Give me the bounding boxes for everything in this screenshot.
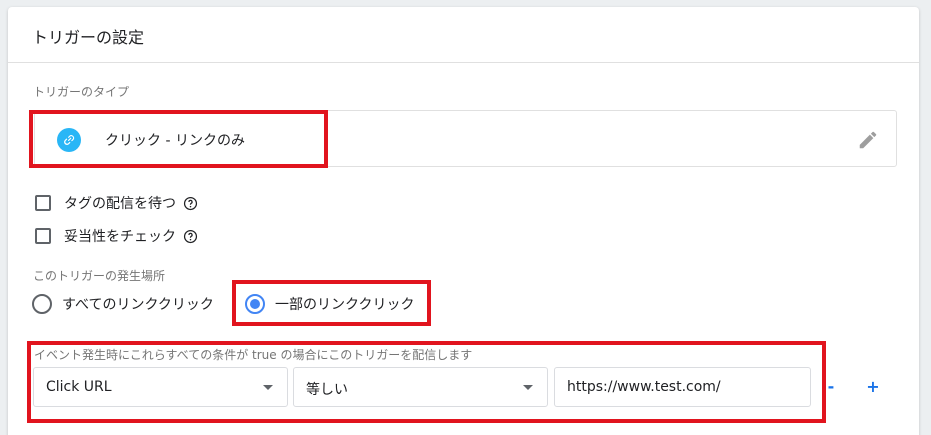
help-icon[interactable] bbox=[183, 229, 198, 244]
add-condition-button[interactable]: + bbox=[862, 375, 884, 397]
wait-for-tags-checkbox[interactable] bbox=[35, 195, 51, 211]
all-link-clicks-radio[interactable] bbox=[32, 294, 52, 314]
variable-value: Click URL bbox=[46, 379, 112, 395]
remove-condition-button[interactable]: - bbox=[820, 375, 842, 397]
some-link-clicks-option[interactable]: 一部のリンククリック bbox=[245, 292, 414, 316]
dropdown-arrow-icon bbox=[523, 385, 533, 390]
condition-label: イベント発生時にこれらすべての条件が true の場合にこのトリガーを配信します bbox=[34, 348, 473, 362]
dropdown-arrow-icon bbox=[263, 385, 273, 390]
value-input[interactable]: https://www.test.com/ bbox=[554, 367, 811, 407]
card-header: トリガーの設定 bbox=[8, 7, 919, 63]
trigger-type-section-label: トリガーのタイプ bbox=[33, 85, 130, 99]
card-title: トリガーの設定 bbox=[32, 28, 145, 47]
check-validation-label: 妥当性をチェック bbox=[64, 229, 176, 245]
help-icon[interactable] bbox=[183, 196, 198, 211]
check-validation-option[interactable]: 妥当性をチェック bbox=[35, 225, 198, 247]
wait-for-tags-label: タグの配信を待つ bbox=[64, 196, 176, 212]
all-link-clicks-option[interactable]: すべてのリンククリック bbox=[32, 292, 214, 316]
trigger-type-selector[interactable]: クリック - リンクのみ bbox=[34, 110, 897, 167]
all-link-clicks-label: すべてのリンククリック bbox=[62, 297, 214, 313]
fire-on-section-label: このトリガーの発生場所 bbox=[33, 269, 166, 283]
pencil-icon[interactable] bbox=[857, 129, 879, 151]
check-validation-checkbox[interactable] bbox=[35, 228, 51, 244]
operator-select[interactable]: 等しい bbox=[293, 367, 548, 407]
trigger-config-card: トリガーの設定 トリガーのタイプ クリック - リンクのみ タグの配信を待つ 妥… bbox=[8, 7, 919, 435]
some-link-clicks-radio[interactable] bbox=[245, 294, 265, 314]
operator-value: 等しい bbox=[306, 382, 348, 398]
some-link-clicks-label: 一部のリンククリック bbox=[275, 297, 415, 313]
wait-for-tags-option[interactable]: タグの配信を待つ bbox=[35, 192, 198, 214]
link-icon bbox=[57, 128, 81, 152]
trigger-type-label: クリック - リンクのみ bbox=[105, 133, 245, 149]
variable-select[interactable]: Click URL bbox=[33, 367, 288, 407]
value-text: https://www.test.com/ bbox=[567, 379, 721, 395]
